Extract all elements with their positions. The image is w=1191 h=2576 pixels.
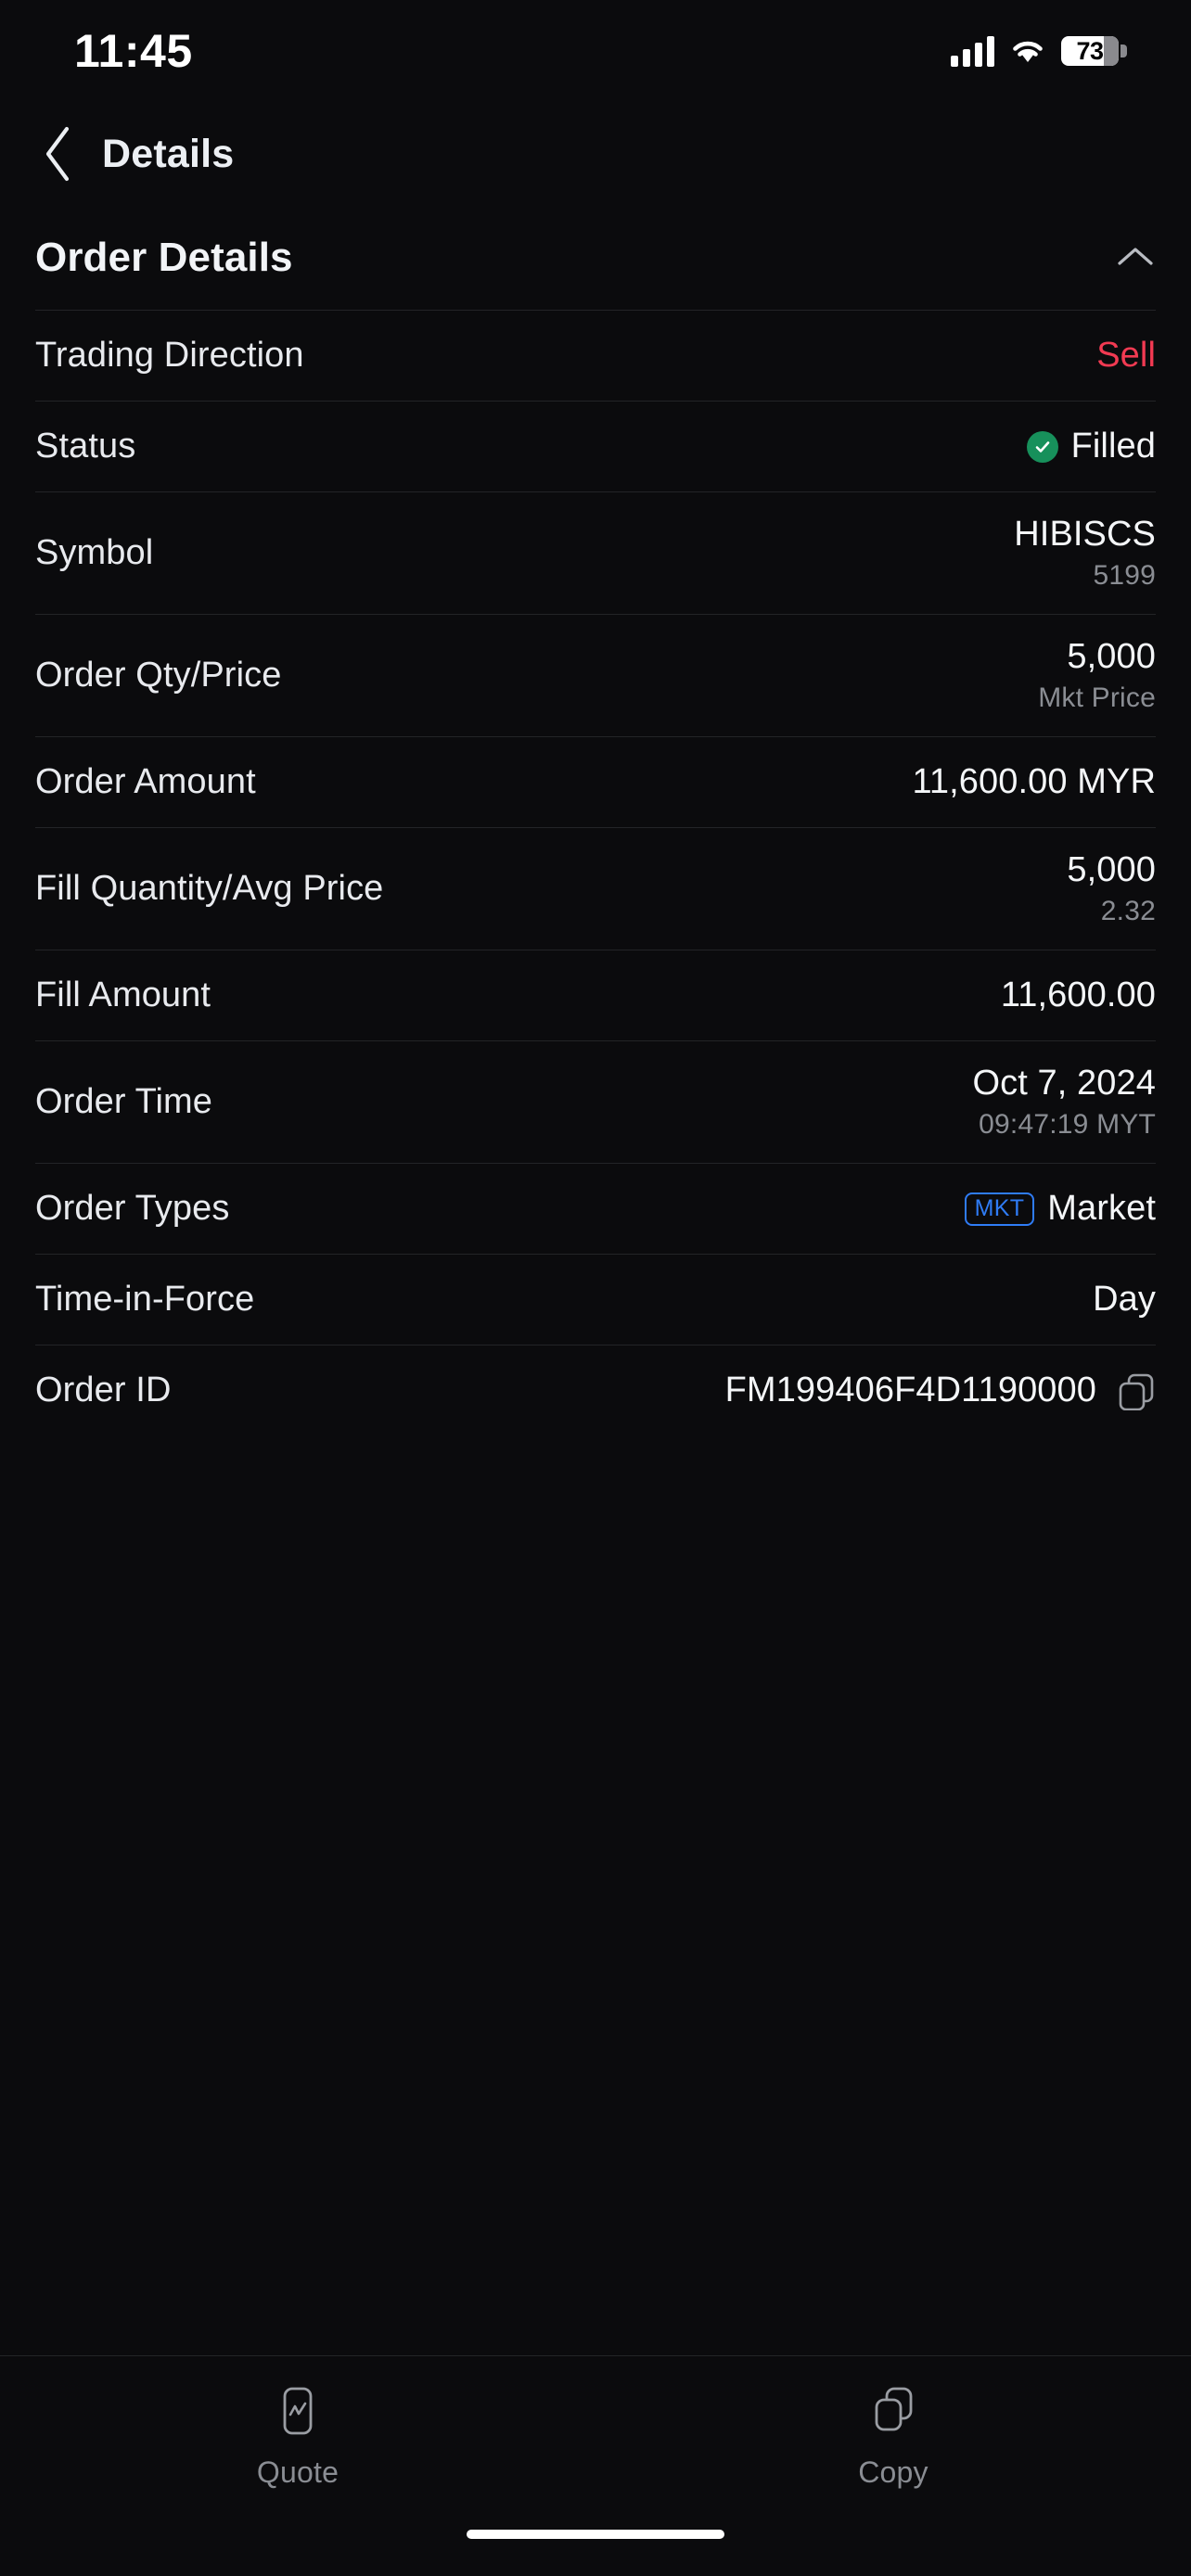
row-label: Time-in-Force: [35, 1280, 255, 1319]
chevron-left-icon: [45, 126, 70, 182]
row-value-group: 5,000 2.32: [1067, 850, 1156, 927]
row-value-order-qty: 5,000: [1067, 637, 1156, 676]
table-row: Status Filled: [35, 401, 1156, 491]
row-label: Fill Amount: [35, 976, 211, 1014]
collapse-toggle[interactable]: [1115, 244, 1156, 273]
order-type-text: Market: [1047, 1189, 1156, 1228]
row-label: Status: [35, 427, 136, 465]
row-value-time-in-force: Day: [1093, 1280, 1156, 1319]
navigation-bar: Details: [0, 102, 1191, 206]
row-value-group: Oct 7, 2024 09:47:19 MYT: [972, 1064, 1156, 1141]
row-label: Order ID: [35, 1371, 172, 1409]
status-bar: 11:45 73: [0, 0, 1191, 102]
tab-label-quote: Quote: [256, 2455, 339, 2489]
section-title: Order Details: [35, 235, 293, 280]
row-subvalue-avg-price: 2.32: [1100, 896, 1156, 926]
bottom-action-bar: Quote Copy: [0, 2355, 1191, 2519]
quote-chart-icon: [283, 2387, 313, 2435]
tab-label-copy: Copy: [858, 2455, 928, 2489]
order-details-section-header[interactable]: Order Details: [0, 206, 1191, 310]
row-value-status: Filled: [1070, 427, 1156, 465]
back-button[interactable]: [24, 120, 93, 188]
table-row: Order ID FM199406F4D1190000: [35, 1345, 1156, 1435]
row-value-group: HIBISCS 5199: [1014, 515, 1156, 592]
table-row: Trading Direction Sell: [35, 310, 1156, 401]
copy-icon: [1119, 1373, 1154, 1410]
row-label: Order Time: [35, 1082, 213, 1121]
row-value-order-type: MKT Market: [964, 1189, 1156, 1229]
row-value-group: 5,000 Mkt Price: [1038, 637, 1156, 714]
table-row: Fill Amount 11,600.00: [35, 950, 1156, 1040]
row-value-order-id-group: FM199406F4D1190000: [725, 1371, 1156, 1410]
table-row: Time-in-Force Day: [35, 1254, 1156, 1345]
tab-copy[interactable]: Copy: [596, 2385, 1191, 2490]
table-row: Order Time Oct 7, 2024 09:47:19 MYT: [35, 1040, 1156, 1163]
table-row: Fill Quantity/Avg Price 5,000 2.32: [35, 827, 1156, 950]
table-row: Symbol HIBISCS 5199: [35, 491, 1156, 614]
row-label: Order Qty/Price: [35, 656, 282, 695]
row-value-order-date: Oct 7, 2024: [972, 1064, 1156, 1103]
row-label: Trading Direction: [35, 336, 304, 375]
page-title: Details: [102, 131, 235, 176]
row-value-fill-amount: 11,600.00: [1000, 976, 1156, 1014]
row-value-fill-quantity: 5,000: [1067, 850, 1156, 889]
tab-quote[interactable]: Quote: [0, 2385, 596, 2490]
row-value-order-id: FM199406F4D1190000: [724, 1371, 1096, 1409]
row-label: Order Amount: [35, 762, 256, 801]
row-label: Symbol: [35, 533, 154, 572]
table-row: Order Qty/Price 5,000 Mkt Price: [35, 614, 1156, 736]
home-indicator[interactable]: [467, 2530, 724, 2539]
chevron-up-icon: [1118, 247, 1153, 265]
row-value-symbol: HIBISCS: [1014, 515, 1156, 554]
copy-icon: [875, 2387, 913, 2431]
status-badge: Filled: [1026, 427, 1156, 466]
battery-level-text: 73: [1076, 36, 1104, 65]
check-circle-icon: [1026, 430, 1058, 463]
copy-order-id-button[interactable]: [1117, 1371, 1156, 1410]
cellular-signal-icon: [951, 35, 994, 67]
status-bar-indicators: 73: [951, 35, 1127, 67]
home-indicator-area: [0, 2519, 1191, 2576]
app-screen: 11:45 73 Details Order Details Trading D…: [0, 0, 1191, 2576]
wifi-icon: [1009, 37, 1046, 65]
status-bar-time: 11:45: [74, 25, 193, 77]
order-type-badge: MKT: [964, 1192, 1035, 1226]
row-subvalue-order-time: 09:47:19 MYT: [979, 1109, 1156, 1140]
table-row: Order Types MKT Market: [35, 1163, 1156, 1254]
order-details-list: Trading Direction Sell Status Filled Sym…: [0, 310, 1191, 1895]
row-label: Order Types: [35, 1189, 230, 1228]
table-row: Order Amount 11,600.00 MYR: [35, 736, 1156, 827]
row-value-order-amount: 11,600.00 MYR: [912, 762, 1156, 801]
row-label: Fill Quantity/Avg Price: [35, 869, 384, 908]
row-subvalue-order-price: Mkt Price: [1038, 682, 1156, 713]
row-subvalue-symbol-code: 5199: [1093, 560, 1156, 591]
row-value-trading-direction: Sell: [1096, 336, 1156, 375]
battery-icon: 73: [1061, 36, 1127, 66]
